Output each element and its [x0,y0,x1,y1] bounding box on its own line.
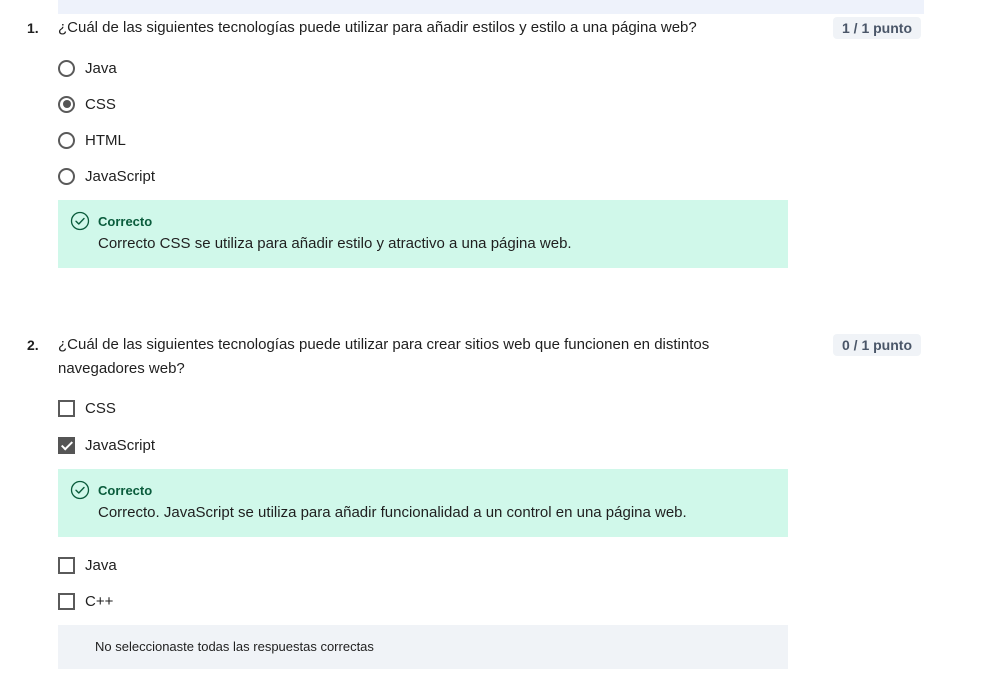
correct-feedback: Correcto Correcto. JavaScript se utiliza… [58,469,788,537]
option-cpp[interactable]: C++ [58,591,113,611]
option-label: HTML [85,131,126,149]
correct-feedback: Correcto Correcto CSS se utiliza para añ… [58,200,788,268]
radio-button[interactable] [58,167,75,185]
question-text: ¿Cuál de las siguientes tecnologías pued… [58,19,697,36]
option-label: JavaScript [85,167,156,185]
question-number: 1. [27,20,39,36]
note-text: No seleccionaste todas las respuestas co… [95,639,374,654]
radio-button[interactable] [58,59,75,77]
option-css[interactable]: CSS [58,94,116,114]
option-label: CSS [85,95,116,113]
checkbox-checked[interactable] [58,436,75,454]
question-number: 2. [27,337,39,353]
option-javascript[interactable]: JavaScript [58,166,155,186]
incomplete-answer-note: No seleccionaste todas las respuestas co… [58,625,788,669]
previous-section-bar [58,0,924,14]
checkbox[interactable] [58,399,75,417]
radio-button-selected[interactable] [58,95,75,113]
feedback-text: Correcto. JavaScript se utiliza para aña… [98,504,687,521]
checkbox[interactable] [58,592,75,610]
option-label: C++ [85,592,114,610]
question-text: ¿Cuál de las siguientes tecnologías pued… [58,336,710,377]
option-css[interactable]: CSS [58,398,116,418]
checkbox[interactable] [58,556,75,574]
check-circle-icon [70,480,90,500]
option-label: CSS [85,399,116,417]
score-badge: 0 / 1 punto [833,334,921,356]
option-java[interactable]: Java [58,555,117,575]
option-label: Java [85,59,117,77]
option-java[interactable]: Java [58,58,117,78]
radio-button[interactable] [58,131,75,149]
feedback-text: Correcto CSS se utiliza para añadir esti… [98,235,572,252]
score-badge: 1 / 1 punto [833,17,921,39]
option-html[interactable]: HTML [58,130,126,150]
option-label: Java [85,556,117,574]
option-javascript[interactable]: JavaScript [58,435,155,455]
check-circle-icon [70,211,90,231]
feedback-title: Correcto [98,214,153,229]
option-label: JavaScript [85,436,156,454]
feedback-title: Correcto [98,483,153,498]
